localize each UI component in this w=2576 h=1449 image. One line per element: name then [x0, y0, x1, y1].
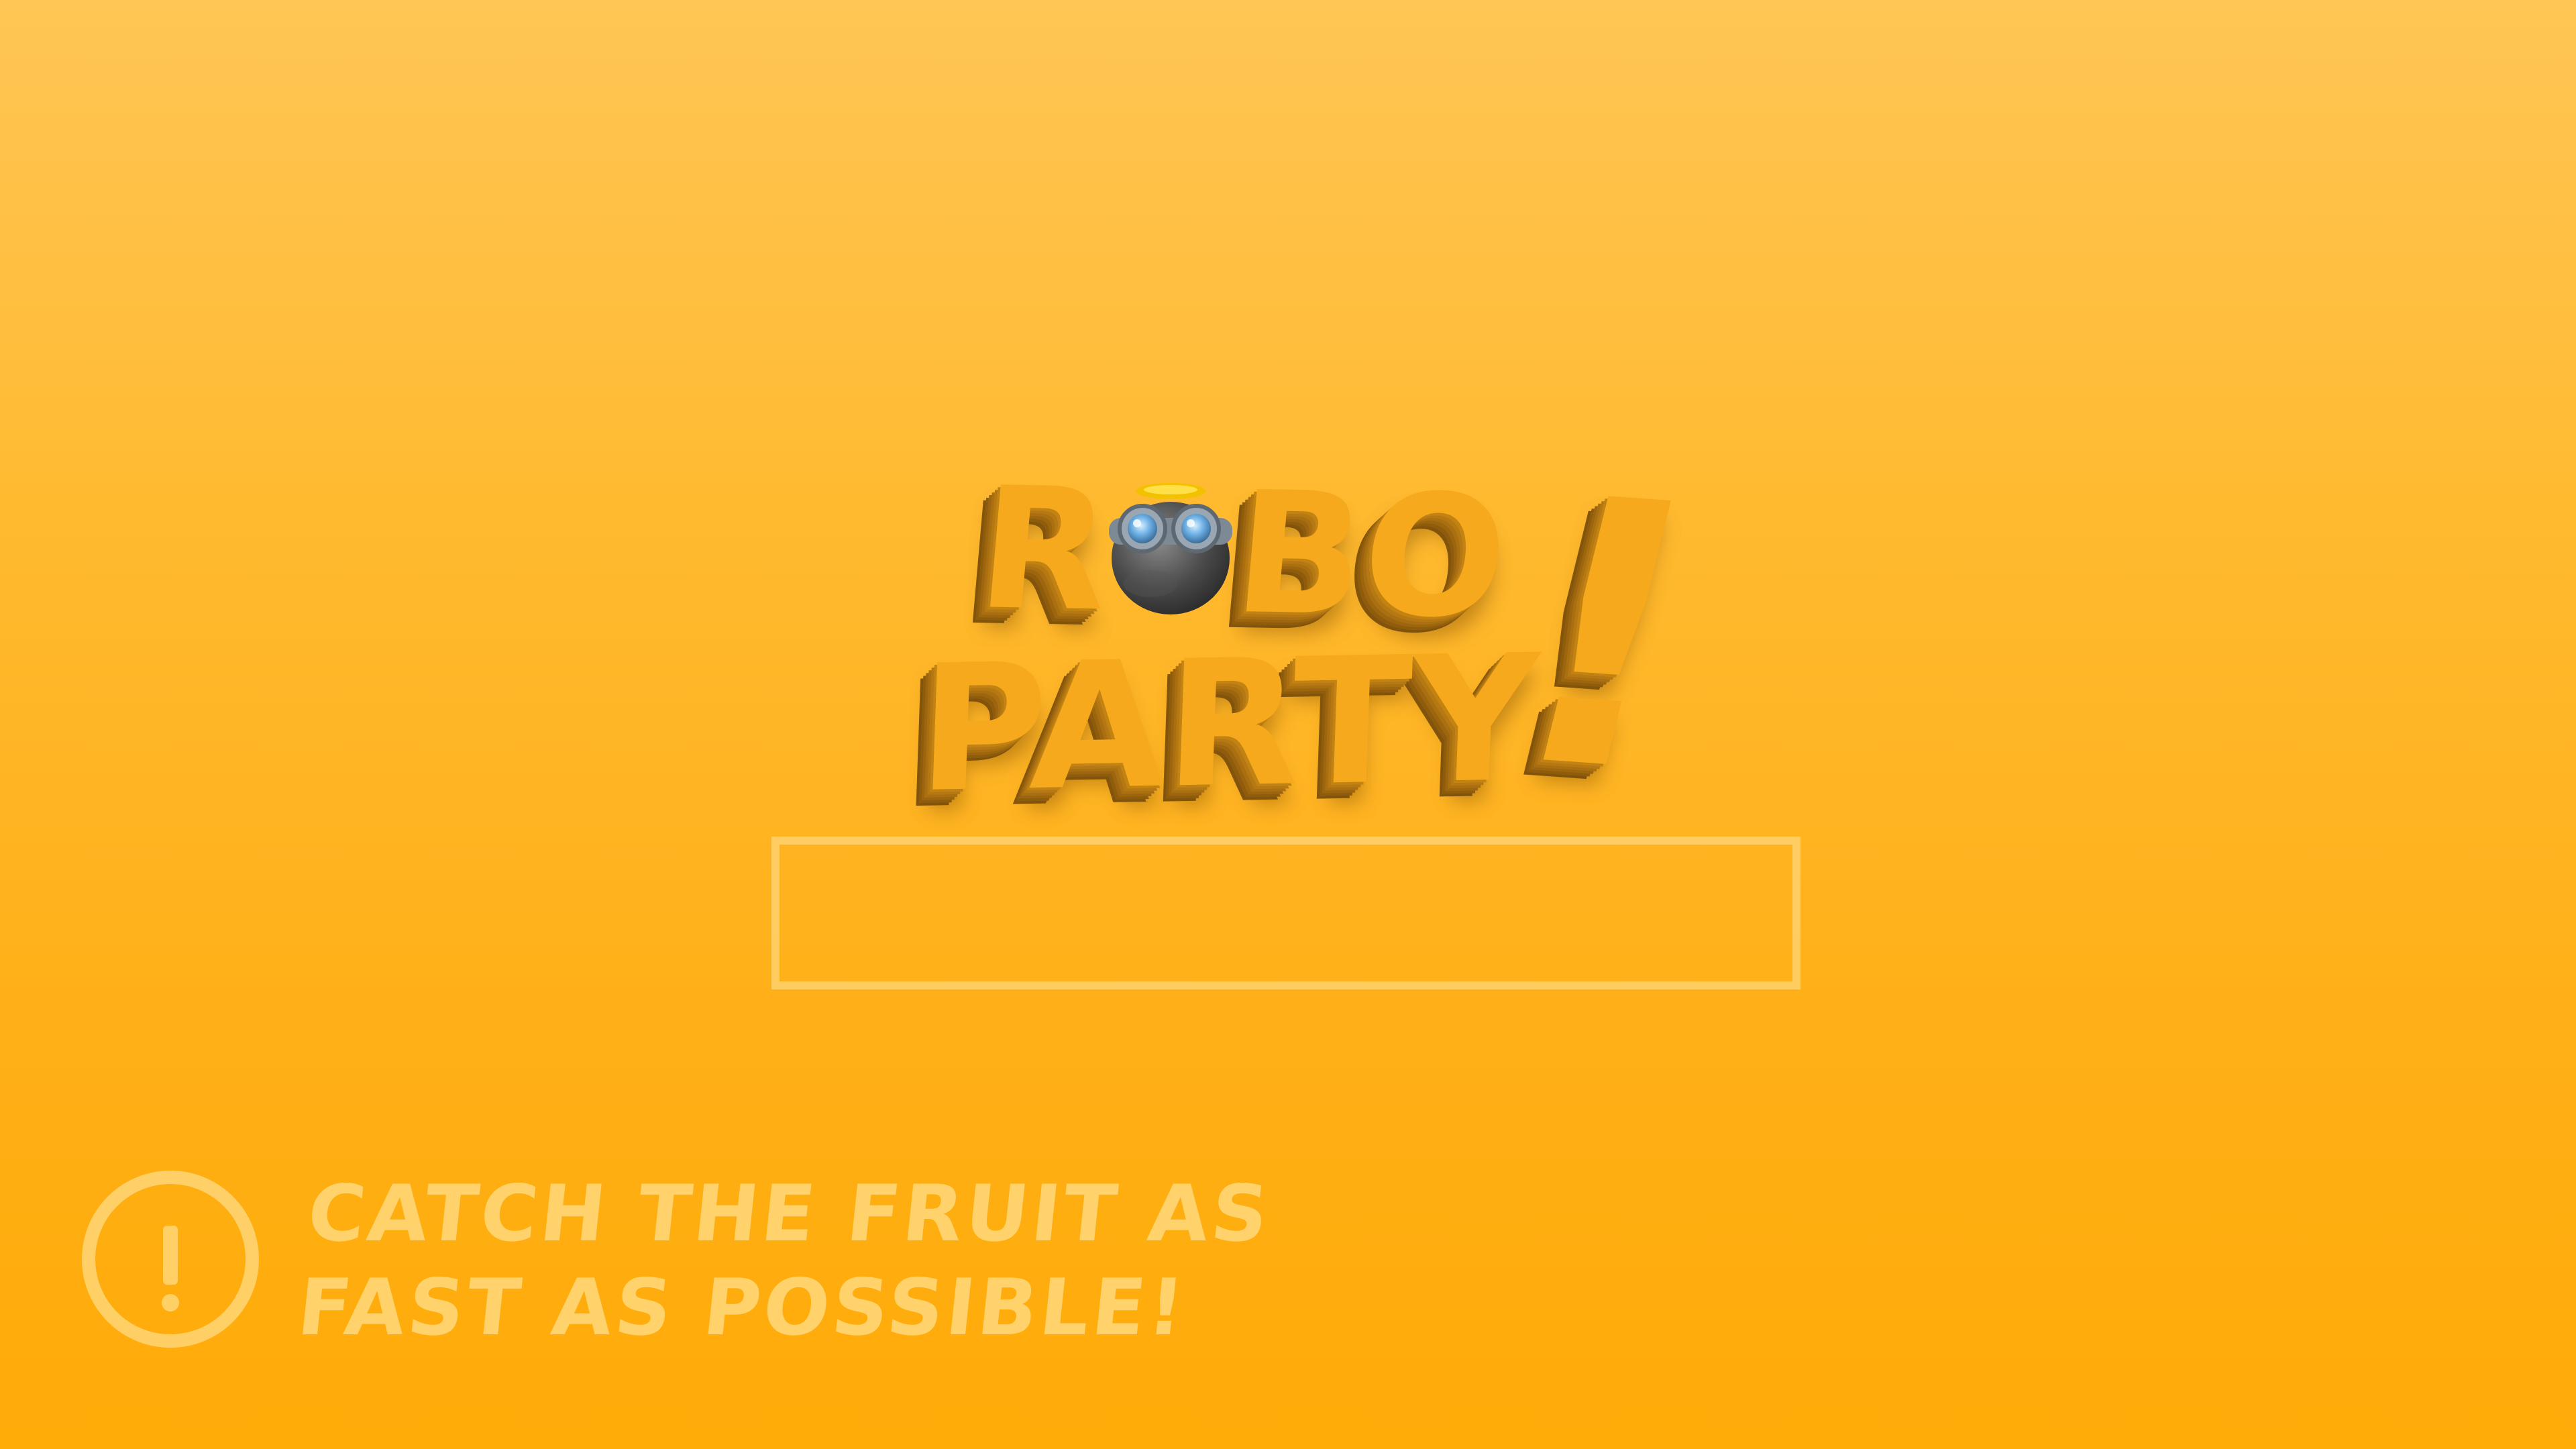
robot-head-icon: [1109, 483, 1232, 614]
exclamation-dot: [162, 1294, 179, 1311]
hint-line-1: Catch the fruit as: [303, 1169, 1275, 1259]
exclamation-bar: [163, 1226, 178, 1285]
loading-progress-bar: [771, 837, 1801, 989]
logo-robot-gap: [1104, 608, 1231, 610]
logo-word-robo: R BO: [971, 451, 1515, 655]
logo-exclamation: !: [1472, 421, 1739, 853]
logo-word-party: PARTY: [915, 617, 1542, 832]
logo-letter-r: R: [971, 451, 1118, 649]
exclamation-circle-icon: [82, 1171, 259, 1348]
gameplay-hint: Catch the fruit as fast as possible!: [293, 1167, 1319, 1355]
hint-line-2: fast as possible!: [293, 1263, 1191, 1353]
logo-letters-bo: BO: [1227, 455, 1515, 655]
